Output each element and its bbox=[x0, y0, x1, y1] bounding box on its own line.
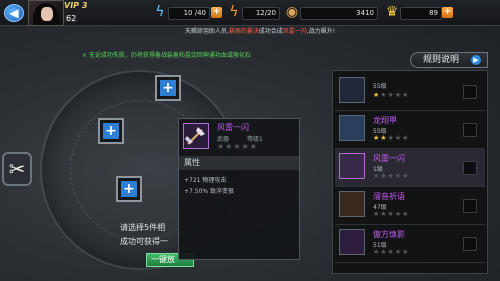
wrench-icon[interactable]: ✂ bbox=[2, 152, 32, 186]
material-slot[interactable]: + bbox=[98, 118, 124, 144]
select-checkbox[interactable] bbox=[463, 123, 477, 137]
crown-value: 89 bbox=[400, 7, 442, 20]
player-level: 62 bbox=[64, 14, 79, 23]
add-icon: + bbox=[121, 181, 137, 197]
select-checkbox[interactable] bbox=[463, 237, 477, 251]
hint-text: × 无论成功失败，仍将获得备战装备和晶饮回神通功血或强化石 bbox=[82, 52, 251, 59]
select-checkbox[interactable] bbox=[463, 199, 477, 213]
add-icon: + bbox=[103, 123, 119, 139]
energy-icon: ϟ bbox=[155, 4, 165, 20]
tooltip-stars: ★★★★★ bbox=[217, 142, 258, 151]
crown-icon: ♛ bbox=[385, 4, 399, 20]
back-button[interactable]: ◀ bbox=[4, 4, 24, 22]
tooltip-section-title: 属性 bbox=[179, 156, 299, 170]
arrow-right-icon: ▶ bbox=[471, 55, 481, 65]
equipment-list[interactable]: 55级 ★★★★★ 龙翔甲 55级 ★★★★★ 风雷一闪 1级 ★★★★★ 溜音… bbox=[332, 70, 488, 274]
list-item-selected[interactable]: 风雷一闪 1级 ★★★★★ bbox=[335, 149, 485, 187]
stamina-value: 12/20 bbox=[242, 7, 280, 20]
coin-icon: ◉ bbox=[285, 4, 299, 20]
coin-value: 3410 bbox=[300, 7, 378, 20]
necklace-icon bbox=[339, 191, 365, 217]
avatar[interactable] bbox=[28, 0, 64, 26]
select-checkbox[interactable] bbox=[463, 85, 477, 99]
vip-label: VIP 3 bbox=[64, 1, 88, 10]
list-item[interactable]: 55级 ★★★★★ bbox=[335, 73, 485, 111]
list-item[interactable]: 傲方焕影 51级 ★★★★★ bbox=[335, 225, 485, 263]
rules-button[interactable]: 规则说明 ▶ bbox=[410, 52, 488, 68]
select-checkbox[interactable] bbox=[463, 161, 477, 175]
tooltip-attribute: +7.50% 致淬变很 bbox=[184, 188, 234, 195]
list-item[interactable]: 龙翔甲 55级 ★★★★★ bbox=[335, 111, 485, 149]
energy-value: 10 /40 bbox=[168, 7, 210, 20]
broadcast-notice: 天赐琼羽助人员,暴雨的暴决成功合成风雷一闪,战力飙升! bbox=[184, 28, 336, 35]
instruction-line-2: 成功可获得一 bbox=[120, 237, 168, 246]
axe-icon bbox=[339, 153, 365, 179]
tooltip-item-name: 风雷一闪 bbox=[217, 123, 249, 132]
stamina-icon: ϟ bbox=[229, 4, 239, 20]
item-tooltip: 风雷一闪 武器 等级1 ★★★★★ 属性 +721 物理攻击 +7.50% 致淬… bbox=[178, 118, 300, 260]
tooltip-attribute: +721 物理攻击 bbox=[184, 177, 227, 184]
material-slot[interactable]: + bbox=[116, 176, 142, 202]
energy-add-button[interactable]: + bbox=[211, 7, 222, 18]
ring-icon bbox=[339, 229, 365, 255]
armor-icon bbox=[339, 115, 365, 141]
material-slot[interactable]: + bbox=[155, 75, 181, 101]
instruction-line-1: 请选择5件相 bbox=[120, 223, 166, 232]
add-icon: + bbox=[160, 80, 176, 96]
axe-icon bbox=[339, 77, 365, 103]
crown-add-button[interactable]: + bbox=[442, 7, 453, 18]
axe-icon bbox=[183, 123, 209, 149]
list-item[interactable]: 溜音祈语 47级 ★★★★★ bbox=[335, 187, 485, 225]
